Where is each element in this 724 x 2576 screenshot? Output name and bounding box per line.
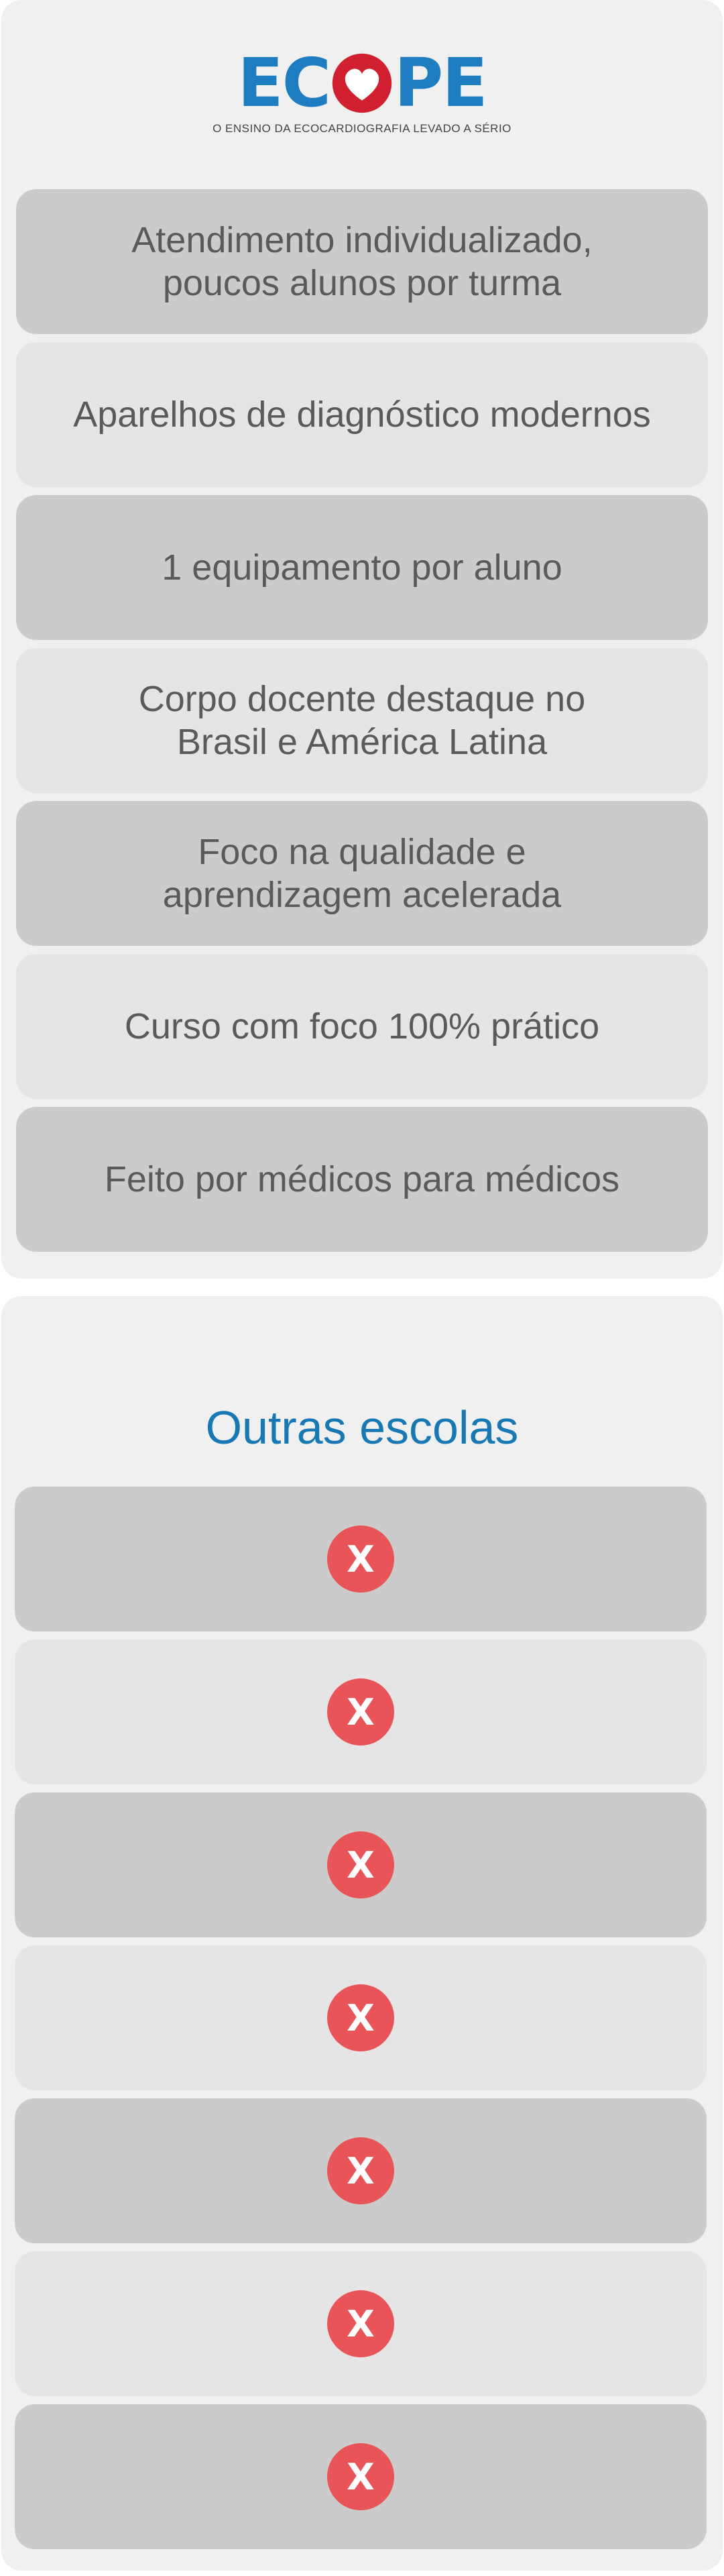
logo-text-right: PE (394, 44, 488, 122)
x-icon: X (327, 1831, 394, 1898)
x-icon: X (327, 2443, 394, 2510)
feature-row: Aparelhos de diagnóstico modernos (16, 342, 708, 487)
ecope-logo: EC PE O ENSINO DA ECOCARDIOGRAFIA LEVADO… (1, 48, 723, 136)
x-icon: X (327, 2290, 394, 2357)
other-school-row: X (15, 2404, 707, 2549)
feature-row: 1 equipamento por aluno (16, 495, 708, 640)
feature-label: Feito por médicos para médicos (104, 1159, 620, 1199)
logo-wordmark: EC PE (237, 44, 488, 122)
feature-label: Aparelhos de diagnóstico modernos (73, 394, 651, 435)
feature-label: Atendimento individualizado, poucos alun… (131, 220, 593, 303)
ecope-card: EC PE O ENSINO DA ECOCARDIOGRAFIA LEVADO… (1, 0, 723, 1279)
other-school-row: X (15, 1640, 707, 1784)
other-school-row: X (15, 2098, 707, 2243)
logo-tagline: O ENSINO DA ECOCARDIOGRAFIA LEVADO A SÉR… (213, 122, 511, 135)
feature-label: Curso com foco 100% prático (124, 1006, 600, 1046)
other-school-row: X (15, 1945, 707, 2090)
section-title: Outras escolas (205, 1401, 519, 1454)
other-school-row: X (15, 1487, 707, 1631)
feature-row: Foco na qualidade e aprendizagem acelera… (16, 801, 708, 946)
feature-row: Atendimento individualizado, poucos alun… (16, 189, 708, 334)
logo-text-left: EC (237, 44, 331, 122)
heart-icon (332, 53, 392, 113)
feature-row: Curso com foco 100% prático (16, 954, 708, 1099)
x-icon: X (327, 1984, 394, 2051)
feature-label: Foco na qualidade e aprendizagem acelera… (162, 832, 562, 915)
feature-label: Corpo docente destaque no Brasil e Améri… (138, 679, 586, 762)
x-icon: X (327, 1678, 394, 1746)
x-icon: X (327, 1525, 394, 1593)
other-school-row: X (15, 1792, 707, 1937)
feature-label: 1 equipamento por aluno (162, 547, 562, 588)
x-icon: X (327, 2137, 394, 2204)
feature-row: Feito por médicos para médicos (16, 1107, 708, 1252)
feature-row: Corpo docente destaque no Brasil e Améri… (16, 648, 708, 793)
other-school-row: X (15, 2251, 707, 2396)
